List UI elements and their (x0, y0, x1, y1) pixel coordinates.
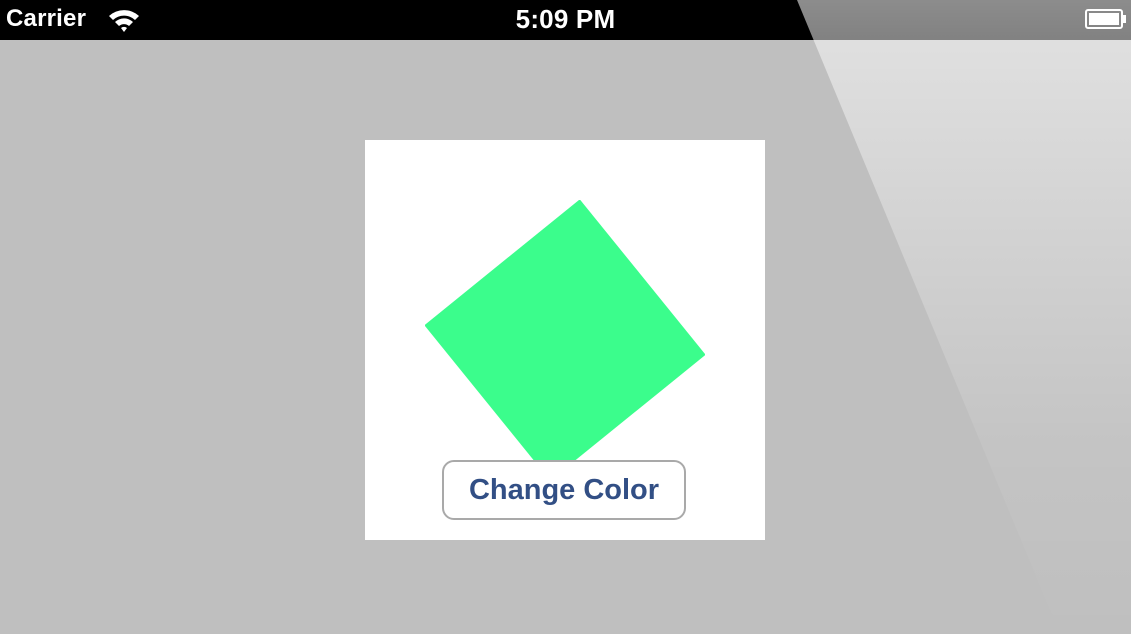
change-color-button[interactable]: Change Color (442, 460, 686, 520)
rotated-square (425, 200, 705, 480)
status-bar: Carrier 5:09 PM (0, 0, 1131, 40)
status-time: 5:09 PM (515, 4, 616, 34)
drawing-canvas: Change Color (365, 140, 765, 540)
battery-icon (1085, 9, 1126, 29)
simulator-screen: Carrier 5:09 PM Change Color (0, 0, 1131, 634)
